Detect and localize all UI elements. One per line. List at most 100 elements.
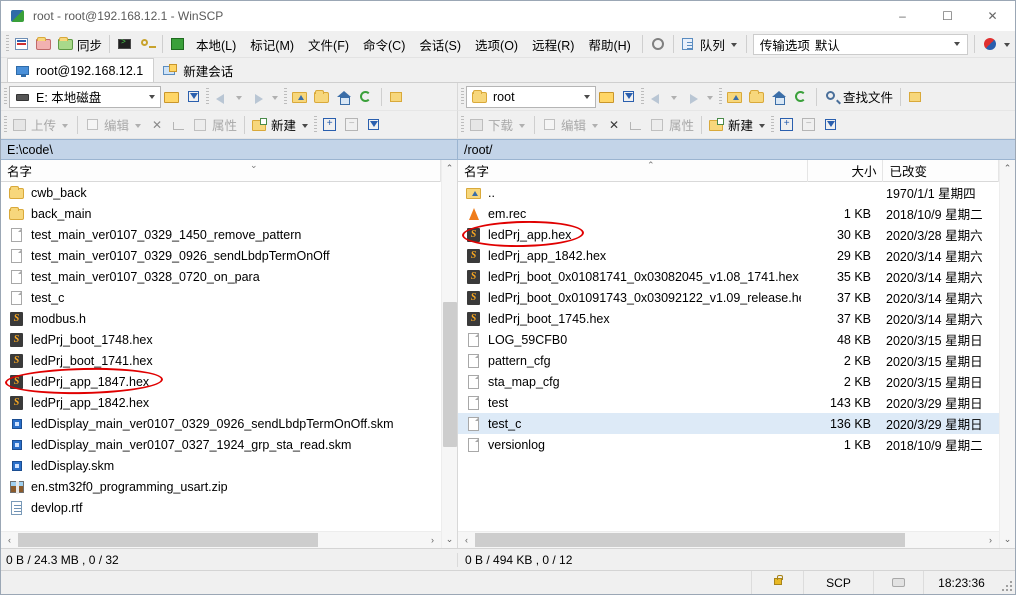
- local-drive-chevron-down-icon[interactable]: [144, 87, 159, 107]
- remote-new-chevron-down-icon[interactable]: [759, 123, 766, 128]
- menu-options[interactable]: 选项(O): [468, 33, 525, 56]
- remote-vscroll-track[interactable]: [1000, 177, 1016, 531]
- local-horizontal-scrollbar[interactable]: ‹ ›: [1, 531, 441, 548]
- menu-session[interactable]: 会话(S): [412, 33, 468, 56]
- remote-edit-chevron-down-icon[interactable]: [592, 123, 599, 128]
- local-copy-path-button[interactable]: [386, 86, 408, 108]
- local-properties-button[interactable]: 属性: [190, 114, 240, 136]
- remote-path-bar[interactable]: /root/: [457, 139, 1015, 160]
- download-button[interactable]: 下载: [466, 114, 530, 136]
- table-row[interactable]: test_main_ver0107_0329_0926_sendLbdpTerm…: [1, 245, 441, 266]
- synchronize-button[interactable]: [33, 33, 55, 55]
- table-row[interactable]: SledPrj_boot_1741.hex: [1, 350, 441, 371]
- table-row[interactable]: SledPrj_app_1847.hex: [1, 371, 441, 392]
- table-row[interactable]: test_c 136 KB 2020/3/29 星期日: [458, 413, 999, 434]
- new-session-tab[interactable]: 新建会话: [154, 58, 245, 82]
- transfer-settings-combo[interactable]: 传输选项 默认: [752, 33, 968, 55]
- table-row[interactable]: SledPrj_boot_1745.hex 37 KB 2020/3/14 星期六: [458, 308, 999, 329]
- open-terminal-button[interactable]: [114, 33, 136, 55]
- remote-parent-directory-button[interactable]: [724, 86, 746, 108]
- local-refresh-button[interactable]: [355, 86, 377, 108]
- remote-hscroll-track[interactable]: [475, 532, 982, 549]
- remote-properties-button[interactable]: 属性: [647, 114, 697, 136]
- table-row[interactable]: .. 1970/1/1 星期四: [458, 182, 999, 203]
- local-hscroll-track[interactable]: [18, 532, 424, 549]
- menu-local[interactable]: 本地(L): [189, 33, 243, 56]
- table-row[interactable]: test 143 KB 2020/3/29 星期日: [458, 392, 999, 413]
- menu-help[interactable]: 帮助(H): [581, 33, 637, 56]
- local-open-directory-button[interactable]: [161, 86, 183, 108]
- menu-commands[interactable]: 命令(C): [356, 33, 412, 56]
- local-hscroll-right-icon[interactable]: ›: [424, 532, 441, 548]
- local-vertical-scrollbar[interactable]: ⌃ ⌄: [441, 160, 457, 548]
- remote-column-size[interactable]: 大小: [808, 159, 884, 182]
- table-row[interactable]: ledDisplay_main_ver0107_0329_0926_sendLb…: [1, 413, 441, 434]
- table-row[interactable]: SledPrj_boot_0x01081741_0x03082045_v1.08…: [458, 266, 999, 287]
- resize-grip-icon[interactable]: [999, 571, 1015, 594]
- local-rename-button[interactable]: [168, 114, 190, 136]
- remote-refresh-button[interactable]: [790, 86, 812, 108]
- local-select-all-button[interactable]: +: [319, 114, 341, 136]
- session-tab-active[interactable]: root@192.168.12.1: [7, 58, 155, 82]
- menu-mark[interactable]: 标记(M): [243, 33, 301, 56]
- remote-hscroll-left-icon[interactable]: ‹: [458, 532, 475, 548]
- table-row[interactable]: test_c: [1, 287, 441, 308]
- local-new-button[interactable]: 新建: [249, 114, 313, 136]
- menu-files[interactable]: 文件(F): [301, 33, 356, 56]
- remote-open-directory-button[interactable]: [596, 86, 618, 108]
- color-button[interactable]: [979, 33, 1015, 55]
- table-row[interactable]: SledPrj_boot_0x01091743_0x03092122_v1.09…: [458, 287, 999, 308]
- table-row[interactable]: cwb_back: [1, 182, 441, 203]
- remote-rename-button[interactable]: [625, 114, 647, 136]
- remote-deselect-button[interactable]: −: [798, 114, 820, 136]
- table-row[interactable]: Smodbus.h: [1, 308, 441, 329]
- local-vscroll-thumb[interactable]: [442, 302, 457, 447]
- remote-path-combo[interactable]: root: [466, 85, 596, 108]
- upload-chevron-down-icon[interactable]: [62, 123, 69, 128]
- local-path-bar[interactable]: E:\code\: [1, 139, 457, 160]
- maximize-button[interactable]: ☐: [925, 1, 970, 31]
- local-drive-combo[interactable]: E: 本地磁盘: [9, 85, 161, 108]
- remote-copy-path-button[interactable]: [905, 86, 927, 108]
- remote-vscroll-up-icon[interactable]: ⌃: [1000, 160, 1016, 177]
- table-row[interactable]: LOG_59CFB0 48 KB 2020/3/15 星期日: [458, 329, 999, 350]
- menu-remote[interactable]: 远程(R): [525, 33, 581, 56]
- queue-chevron-down-icon[interactable]: [730, 43, 737, 47]
- local-hscroll-left-icon[interactable]: ‹: [1, 532, 18, 548]
- table-row[interactable]: SledPrj_boot_1748.hex: [1, 329, 441, 350]
- remote-vertical-scrollbar[interactable]: ⌃ ⌄: [999, 160, 1015, 548]
- table-row[interactable]: devlop.rtf: [1, 497, 441, 518]
- local-deselect-button[interactable]: −: [341, 114, 363, 136]
- local-hscroll-thumb[interactable]: [18, 532, 318, 547]
- table-row[interactable]: sta_map_cfg 2 KB 2020/3/15 星期日: [458, 371, 999, 392]
- table-row[interactable]: back_main: [1, 203, 441, 224]
- synchronize-browsing-button[interactable]: [11, 33, 33, 55]
- local-forward-button[interactable]: [247, 86, 283, 108]
- queue-button[interactable]: 队列: [678, 33, 742, 55]
- remote-filter-button[interactable]: [618, 86, 640, 108]
- toolbar-gripper[interactable]: [6, 35, 9, 53]
- local-delete-button[interactable]: ✕: [146, 114, 168, 136]
- minimize-button[interactable]: –: [880, 1, 925, 31]
- local-parent-directory-button[interactable]: [289, 86, 311, 108]
- remote-column-changed[interactable]: 已改变: [883, 159, 999, 182]
- remote-hscroll-right-icon[interactable]: ›: [982, 532, 999, 548]
- preferences-button[interactable]: [647, 33, 669, 55]
- remote-new-button[interactable]: 新建: [706, 114, 770, 136]
- remote-select-all-button[interactable]: +: [776, 114, 798, 136]
- table-row[interactable]: SledPrj_app_1842.hex: [1, 392, 441, 413]
- table-row[interactable]: SledPrj_app_1842.hex 29 KB 2020/3/14 星期六: [458, 245, 999, 266]
- upload-button[interactable]: 上传: [9, 114, 73, 136]
- open-putty-button[interactable]: [136, 33, 158, 55]
- remote-horizontal-scrollbar[interactable]: ‹ ›: [458, 531, 999, 548]
- download-chevron-down-icon[interactable]: [519, 123, 526, 128]
- remote-edit-button[interactable]: 编辑: [539, 114, 603, 136]
- local-root-directory-button[interactable]: [311, 86, 333, 108]
- table-row[interactable]: SledPrj_app.hex 30 KB 2020/3/28 星期六: [458, 224, 999, 245]
- table-row[interactable]: test_main_ver0107_0328_0720_on_para: [1, 266, 441, 287]
- local-edit-chevron-down-icon[interactable]: [135, 123, 142, 128]
- remote-home-directory-button[interactable]: [768, 86, 790, 108]
- table-row[interactable]: versionlog 1 KB 2018/10/9 星期二: [458, 434, 999, 455]
- remote-vscroll-down-icon[interactable]: ⌄: [1000, 531, 1016, 548]
- remote-delete-button[interactable]: ✕: [603, 114, 625, 136]
